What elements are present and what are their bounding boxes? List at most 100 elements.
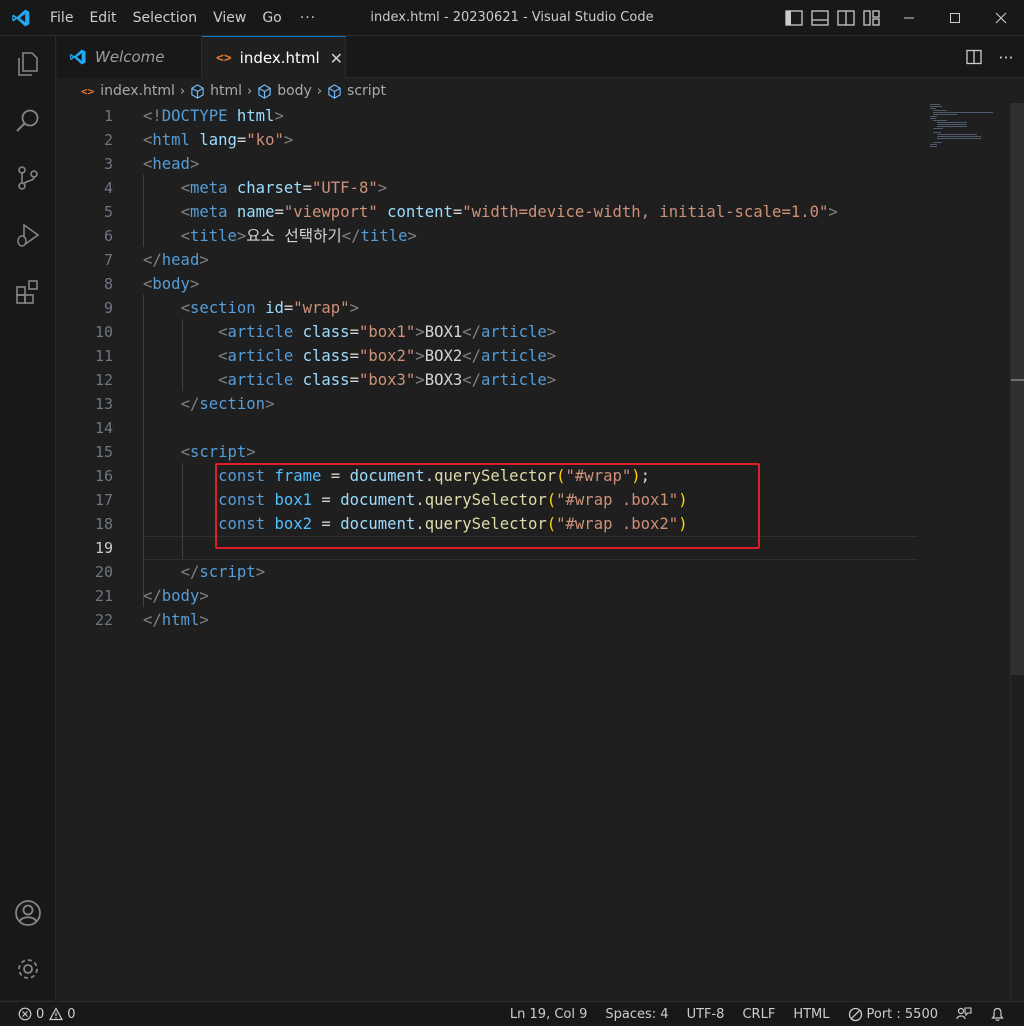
title-actions: [782, 0, 1024, 36]
line-number: 22: [94, 611, 113, 629]
code-line: <head>: [143, 155, 200, 173]
end-of-line[interactable]: CRLF: [733, 1007, 784, 1022]
tab-label: Welcome: [95, 48, 165, 66]
toggle-panel-icon[interactable]: [808, 7, 831, 30]
code-line: <html lang="ko">: [143, 131, 294, 149]
toggle-secondary-sidebar-icon[interactable]: [834, 7, 857, 30]
toggle-primary-sidebar-icon[interactable]: [782, 7, 805, 30]
vscode-logo-icon: [12, 9, 30, 27]
encoding[interactable]: UTF-8: [678, 1007, 734, 1022]
code-line: <!DOCTYPE html>: [143, 107, 284, 125]
chevron-right-icon: ›: [316, 83, 323, 99]
source-control-icon[interactable]: [0, 154, 56, 202]
error-icon: [18, 1007, 32, 1021]
menu-bar: File Edit Selection View Go ···: [42, 0, 326, 36]
line-number-current: 19: [94, 539, 113, 557]
line-number: 18: [94, 515, 113, 533]
symbol-element-icon: [328, 83, 341, 99]
code-line: <meta name="viewport" content="width=dev…: [180, 203, 838, 221]
line-number: 7: [103, 251, 113, 269]
html-file-icon: <>: [216, 50, 232, 66]
breadcrumb-script[interactable]: script: [327, 83, 386, 99]
cursor-position[interactable]: Ln 19, Col 9: [501, 1007, 596, 1022]
tab-index-html[interactable]: <> index.html ✕: [202, 36, 346, 79]
chevron-right-icon: ›: [247, 83, 253, 99]
tab-bar: Welcome <> index.html ✕ ···: [57, 36, 1024, 79]
problems-indicator[interactable]: 0 0: [18, 1007, 85, 1022]
code-line: <article class="box2">BOX2</article>: [218, 347, 557, 365]
cursor-position-marker: [1011, 379, 1024, 381]
code-line: </head>: [143, 251, 209, 269]
search-icon[interactable]: [0, 97, 56, 145]
minimap[interactable]: [928, 103, 1008, 163]
activity-bar: [0, 36, 56, 1000]
close-window-icon[interactable]: [978, 0, 1024, 36]
code-line: <section id="wrap">: [180, 299, 359, 317]
code-line: </section>: [180, 395, 275, 413]
indentation[interactable]: Spaces: 4: [596, 1007, 677, 1022]
tab-welcome[interactable]: Welcome: [57, 36, 202, 78]
scrollbar-slider[interactable]: [1011, 103, 1024, 675]
line-number: 2: [103, 131, 113, 149]
line-number: 15: [94, 443, 113, 461]
code-line: </html>: [143, 611, 209, 629]
title-bar: File Edit Selection View Go ··· index.ht…: [0, 0, 1024, 36]
run-and-debug-icon[interactable]: [0, 211, 56, 259]
live-server-port[interactable]: Port : 5500: [839, 1007, 948, 1022]
warning-icon: [49, 1007, 64, 1021]
chevron-right-icon: ›: [179, 83, 186, 99]
accounts-icon[interactable]: [0, 889, 56, 937]
line-number: 17: [94, 491, 113, 509]
circle-slash-icon: [848, 1007, 862, 1021]
notifications-bell-icon[interactable]: [981, 1007, 1014, 1022]
line-number: 11: [94, 347, 113, 365]
code-line: <script>: [180, 443, 256, 461]
close-tab-icon[interactable]: ✕: [330, 49, 343, 68]
code-editor[interactable]: 1 2 3 4 5 6 7 8 9 10 11 12 13 14 15 16 1…: [57, 103, 1024, 1000]
feedback-icon[interactable]: [947, 1006, 981, 1022]
language-mode[interactable]: HTML: [784, 1007, 838, 1022]
line-number: 6: [103, 227, 113, 245]
vertical-scrollbar[interactable]: [1010, 103, 1024, 1000]
code-line: </script>: [180, 563, 266, 581]
line-number: 5: [103, 203, 113, 221]
line-number: 9: [103, 299, 113, 317]
split-editor-icon[interactable]: [960, 43, 988, 71]
menu-more-button[interactable]: ···: [290, 10, 326, 26]
breadcrumb-label: script: [347, 83, 387, 99]
breadcrumb-file[interactable]: <> index.html: [81, 83, 175, 99]
code-line: <meta charset="UTF-8">: [180, 179, 388, 197]
html-file-icon: <>: [81, 84, 95, 98]
code-line: <article class="box3">BOX3</article>: [218, 371, 557, 389]
extensions-icon[interactable]: [0, 268, 56, 316]
menu-file[interactable]: File: [42, 5, 81, 31]
manage-gear-icon[interactable]: [0, 945, 56, 993]
breadcrumb-html[interactable]: html: [190, 83, 242, 99]
line-number: 10: [94, 323, 113, 341]
breadcrumb-label: body: [277, 83, 312, 99]
vscode-logo-icon: [70, 49, 86, 65]
symbol-element-icon: [258, 83, 271, 99]
symbol-element-icon: [191, 83, 204, 99]
line-number: 8: [103, 275, 113, 293]
explorer-icon[interactable]: [0, 40, 56, 88]
breadcrumb-body[interactable]: body: [257, 83, 312, 99]
line-number: 3: [103, 155, 113, 173]
menu-go[interactable]: Go: [254, 5, 289, 31]
maximize-icon[interactable]: [932, 0, 978, 36]
breadcrumb-label: html: [210, 83, 242, 99]
code-lines: <!DOCTYPE html> <html lang="ko"> <head> …: [143, 103, 923, 1000]
menu-selection[interactable]: Selection: [125, 5, 206, 31]
minimize-icon[interactable]: [886, 0, 932, 36]
line-number-gutter: 1 2 3 4 5 6 7 8 9 10 11 12 13 14 15 16 1…: [57, 103, 125, 1000]
line-number: 20: [94, 563, 113, 581]
status-bar: 0 0 Ln 19, Col 9 Spaces: 4 UTF-8 CRLF HT…: [0, 1001, 1024, 1026]
line-number: 4: [103, 179, 113, 197]
menu-edit[interactable]: Edit: [81, 5, 124, 31]
menu-view[interactable]: View: [205, 5, 254, 31]
code-line: <body>: [143, 275, 200, 293]
more-actions-icon[interactable]: ···: [992, 43, 1020, 71]
line-number: 13: [94, 395, 113, 413]
line-number: 21: [94, 587, 113, 605]
customize-layout-icon[interactable]: [860, 7, 883, 30]
